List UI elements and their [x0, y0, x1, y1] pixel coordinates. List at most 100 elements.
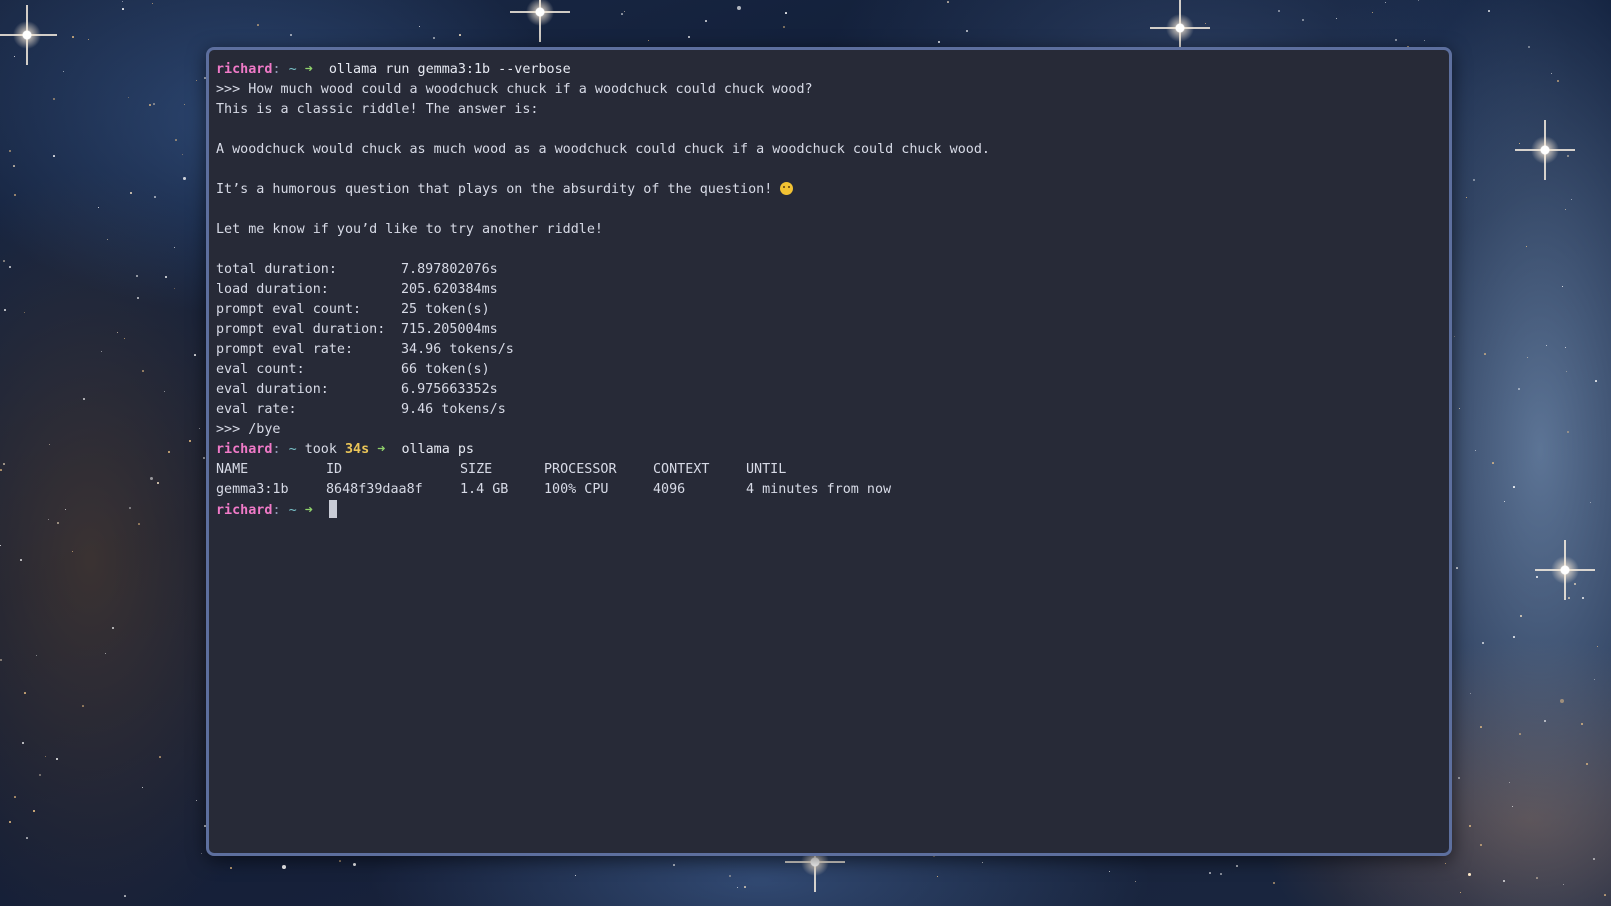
star: [0, 469, 2, 471]
star: [1492, 462, 1494, 464]
star: [1418, 0, 1420, 2]
terminal-window[interactable]: richard: ~ ➜ ollama run gemma3:1b --verb…: [206, 47, 1452, 856]
star: [14, 194, 17, 197]
star: [122, 8, 124, 10]
prompt-directory: ~: [288, 62, 297, 77]
terminal-output: richard: ~ ➜ ollama run gemma3:1b --verb…: [216, 60, 1442, 520]
answer-line: It’s a humorous question that plays on t…: [216, 180, 1442, 200]
star: [1278, 10, 1281, 13]
star: [1604, 894, 1606, 896]
star: [1536, 877, 1538, 879]
star: [257, 24, 259, 26]
star: [1209, 872, 1211, 874]
star: [63, 71, 65, 73]
command-text: ollama ps: [401, 442, 474, 457]
table-cell: 1.4 GB: [460, 482, 509, 497]
star: [1473, 179, 1476, 182]
star: [201, 853, 203, 855]
stat-line: total duration: 7.897802076s: [216, 260, 1442, 280]
star: [1566, 371, 1568, 373]
star: [688, 36, 690, 38]
star: [1460, 892, 1462, 894]
star: [1551, 73, 1553, 75]
star: [783, 26, 786, 29]
stat-line: eval count: 66 token(s): [216, 360, 1442, 380]
prompt-arrow-icon: ➜: [304, 503, 313, 518]
star: [1480, 844, 1483, 847]
bright-star: [1535, 540, 1595, 600]
star: [14, 796, 16, 798]
star: [1565, 347, 1567, 349]
smiling-face-icon: [780, 182, 794, 195]
star: [196, 800, 198, 802]
star: [175, 139, 177, 141]
star: [98, 207, 100, 209]
stat-value: 715.205004ms: [401, 322, 498, 337]
star: [1458, 777, 1461, 780]
star: [1385, 2, 1387, 4]
star: [1459, 408, 1461, 410]
answer-line: Let me know if you’d like to try another…: [216, 222, 603, 237]
stat-value: 66 token(s): [401, 362, 490, 377]
star: [937, 876, 939, 878]
column-header: SIZE: [460, 462, 493, 477]
star: [196, 80, 197, 81]
star: [1424, 40, 1426, 42]
star: [4, 309, 6, 311]
star: [648, 40, 650, 42]
table-cell: 4096: [653, 482, 686, 497]
star: [26, 837, 28, 839]
command-text: ollama run gemma3:1b --verbose: [328, 62, 571, 77]
star: [433, 37, 436, 40]
star: [705, 20, 707, 22]
star: [1395, 39, 1397, 41]
user-question: >>> How much wood could a woodchuck chuc…: [216, 82, 813, 97]
prompt-line: richard: ~ ➜: [216, 500, 1442, 520]
star: [1236, 865, 1239, 868]
star: [88, 39, 90, 41]
star: [1597, 646, 1599, 648]
star: [33, 810, 36, 813]
star: [22, 742, 24, 744]
star: [24, 692, 26, 694]
star: [1513, 486, 1515, 488]
star: [24, 312, 26, 314]
star: [0, 659, 2, 661]
stat-label: eval rate:: [216, 402, 297, 417]
text-cursor[interactable]: [328, 500, 337, 518]
star: [82, 705, 84, 707]
star: [982, 862, 984, 864]
star: [53, 155, 55, 157]
prompt-separator: :: [272, 62, 281, 77]
star: [1562, 286, 1564, 288]
stat-value: 25 token(s): [401, 302, 490, 317]
star: [1567, 431, 1569, 433]
column-header: PROCESSOR: [544, 462, 617, 477]
bye-command: >>> /bye: [216, 422, 281, 437]
star: [938, 41, 941, 44]
star: [45, 756, 47, 758]
star: [1454, 336, 1456, 338]
star: [112, 627, 114, 629]
star: [149, 104, 151, 106]
prompt-user: richard: [216, 503, 273, 518]
star: [9, 821, 12, 824]
star: [124, 338, 126, 340]
stat-value: 9.46 tokens/s: [401, 402, 506, 417]
stat-line: eval rate: 9.46 tokens/s: [216, 400, 1442, 420]
star: [129, 507, 131, 509]
table-row: gemma3:1b 8648f39daa8f 1.4 GB 100% CPU 4096 4…: [216, 480, 1442, 500]
star: [1560, 699, 1564, 703]
star: [182, 154, 184, 156]
stat-line: prompt eval rate: 34.96 tokens/s: [216, 340, 1442, 360]
star: [353, 863, 357, 867]
star: [737, 6, 741, 10]
star: [117, 332, 119, 334]
star: [48, 519, 50, 521]
star: [165, 276, 168, 279]
star: [1594, 679, 1596, 681]
star: [1456, 567, 1458, 569]
star: [122, 1, 124, 3]
